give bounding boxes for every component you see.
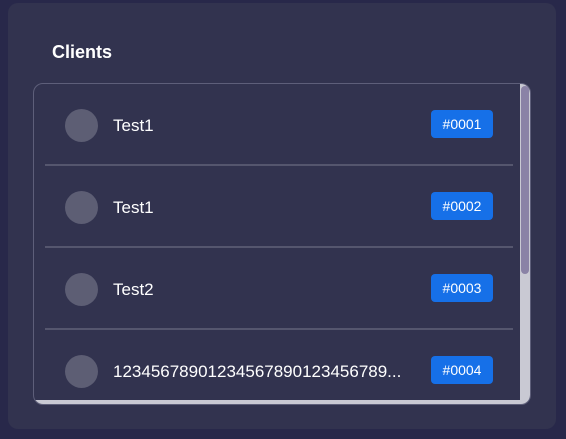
client-name: Test1: [113, 116, 154, 135]
client-row[interactable]: Test1 #0001: [45, 84, 513, 166]
client-id-badge: #0001: [431, 110, 493, 138]
client-row[interactable]: 12345678901234567890123456789... #0004: [45, 330, 513, 404]
client-list[interactable]: Test1 #0001 Test1 #0002 Test2 #0003 1234…: [34, 84, 520, 404]
client-name: 12345678901234567890123456789...: [113, 362, 402, 381]
avatar: [65, 109, 98, 142]
avatar: [65, 191, 98, 224]
clients-card: Clients Test1 #0001 Test1 #0002 Test2 #0…: [8, 3, 556, 429]
vertical-scrollbar[interactable]: [520, 84, 530, 404]
horizontal-scrollbar[interactable]: [34, 400, 520, 404]
client-id-badge: #0002: [431, 192, 493, 220]
card-title: Clients: [52, 42, 113, 62]
client-id-badge: #0004: [431, 356, 493, 384]
client-row[interactable]: Test2 #0003: [45, 248, 513, 330]
client-name: Test2: [113, 280, 154, 299]
client-id-badge: #0003: [431, 274, 493, 302]
avatar: [65, 273, 98, 306]
avatar: [65, 355, 98, 388]
client-name: Test1: [113, 198, 154, 217]
scrollbar-thumb[interactable]: [521, 86, 529, 274]
client-row[interactable]: Test1 #0002: [45, 166, 513, 248]
client-list-container: Test1 #0001 Test1 #0002 Test2 #0003 1234…: [33, 83, 531, 405]
